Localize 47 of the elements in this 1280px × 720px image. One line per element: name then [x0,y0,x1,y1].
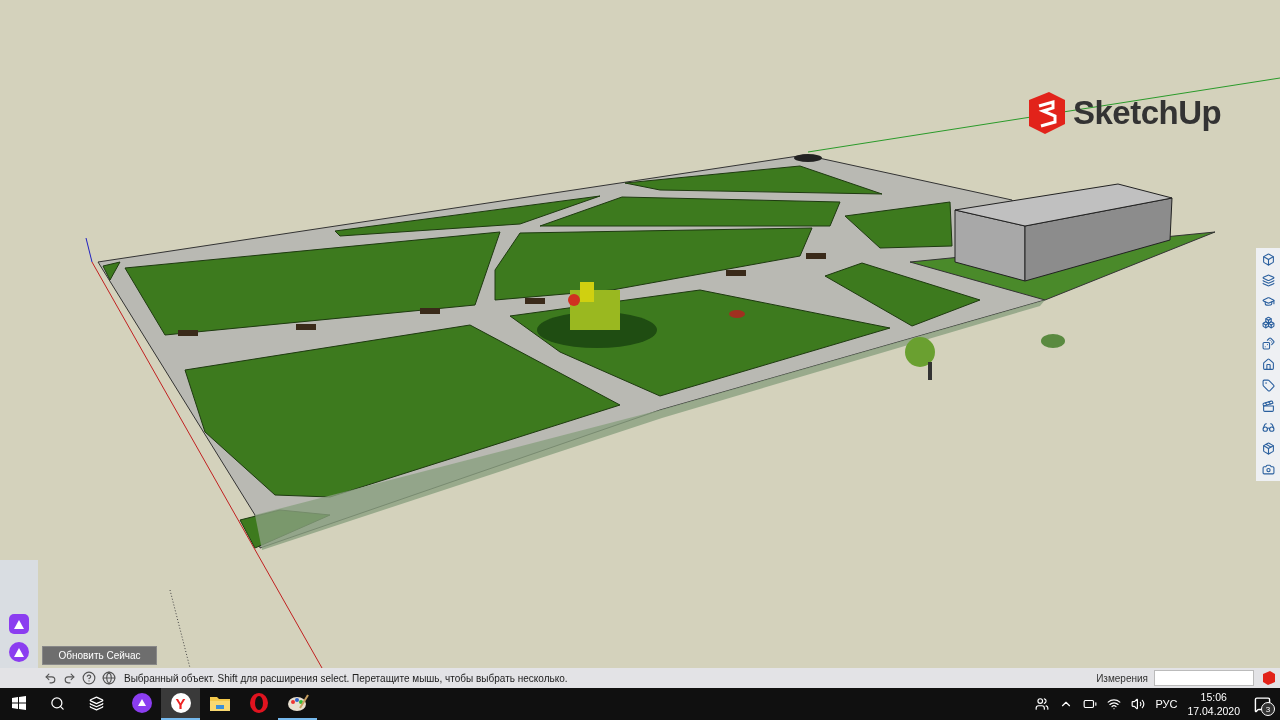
language-indicator[interactable]: РУС [1155,698,1178,710]
update-now-button[interactable]: Обновить Сейчас [42,646,157,665]
palette-icon [286,694,309,712]
opera-icon [248,693,269,713]
sketchup-logo-icon [1027,92,1067,134]
layers-button[interactable] [1259,272,1277,289]
alice-button[interactable] [9,642,29,662]
triangle-icon [14,619,24,629]
package-icon [1261,442,1275,455]
dice-button[interactable] [1259,335,1277,352]
volume-icon[interactable] [1131,697,1146,711]
camera-icon [1261,463,1275,476]
layers-icon [1261,274,1275,287]
house-icon [1261,358,1275,371]
dice-icon [1261,337,1275,350]
undo-icon[interactable] [44,671,57,685]
help-icon[interactable] [82,671,96,685]
triangle-icon [14,647,24,657]
yandex-browser-icon: Y [170,693,191,713]
clapperboard-icon [1261,400,1275,413]
globe-icon[interactable] [102,671,116,685]
measurements-field[interactable] [1154,670,1254,686]
task-view-icon [89,695,104,711]
measurements-label: Измерения [1096,672,1148,684]
alice-icon [131,693,152,713]
box-icon [1261,253,1275,266]
sketchup-icon [1262,671,1276,685]
notifications-button[interactable]: 3 [1250,692,1274,716]
logo-text: SketchUp [1073,94,1222,132]
boxes-icon [1261,316,1275,329]
tag-button[interactable] [1259,377,1277,394]
wifi-icon[interactable] [1107,697,1122,711]
people-icon[interactable] [1035,697,1050,711]
folder-icon [209,695,230,711]
glasses-icon [1261,421,1275,434]
redo-icon[interactable] [63,671,76,685]
graduation-cap-icon [1261,295,1275,308]
battery-icon[interactable] [1083,697,1098,711]
boxes-button[interactable] [1259,314,1277,331]
clapperboard-button[interactable] [1259,398,1277,415]
clock[interactable]: 15:06 17.04.2020 [1187,690,1240,718]
taskbar-app-button[interactable]: Y [161,688,200,720]
status-message: Выбранный объект. Shift для расширения select. Перетащите мышь, чтобы выбрать несколько. [124,672,568,684]
windows-icon [12,696,26,710]
search-icon [50,695,65,711]
alice-app-button[interactable] [9,614,29,634]
tag-icon [1261,379,1275,392]
